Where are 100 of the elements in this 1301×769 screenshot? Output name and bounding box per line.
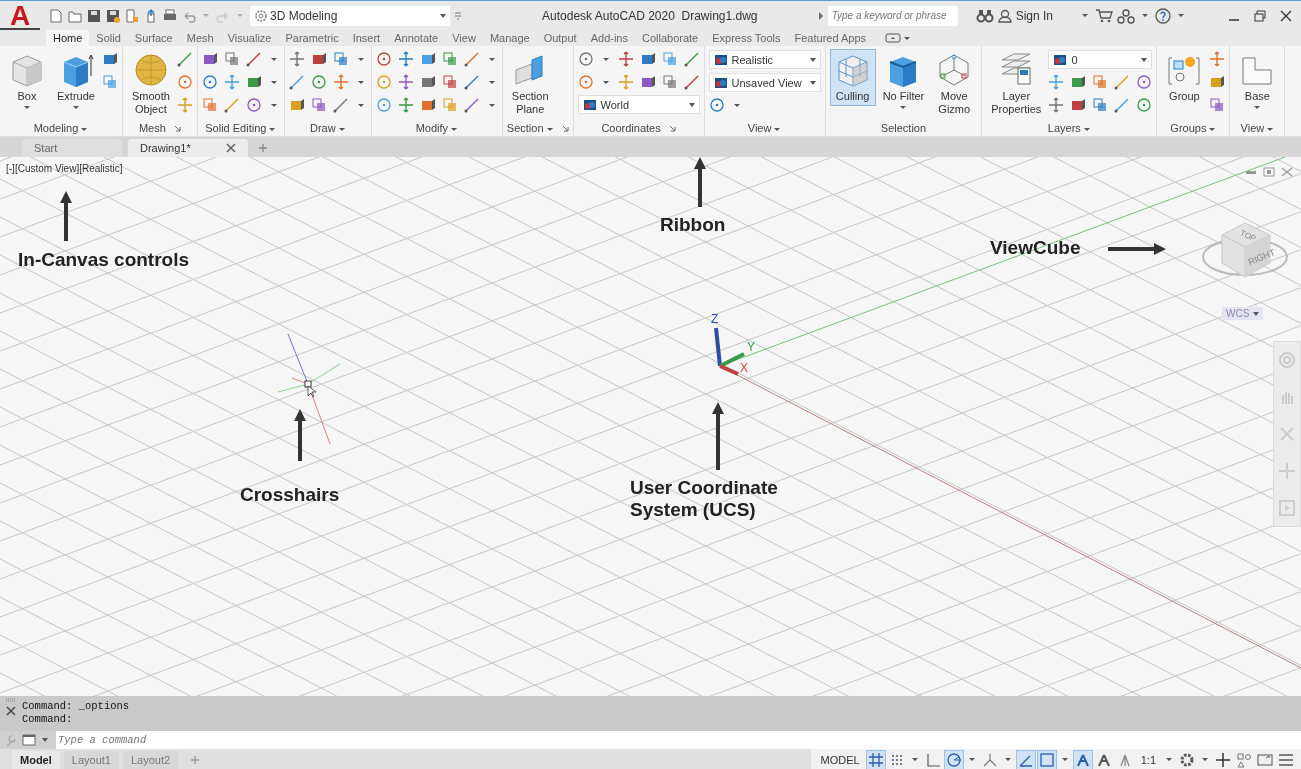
ribbon-button[interactable]: Base (1234, 49, 1281, 112)
launcher-icon[interactable] (668, 124, 676, 132)
solid-icon[interactable] (639, 51, 656, 67)
ribbon-tab[interactable]: Manage (482, 30, 537, 46)
close-icon[interactable] (226, 143, 236, 153)
panel-title[interactable]: View (1240, 122, 1275, 134)
dropdown[interactable]: 0 (1048, 50, 1153, 69)
solid-icon[interactable] (1070, 74, 1087, 90)
panel-toggle-icon[interactable] (885, 33, 902, 43)
move-arrows-icon[interactable] (1209, 51, 1226, 67)
caret-icon[interactable] (357, 80, 364, 84)
move-arrows-icon[interactable] (288, 51, 305, 67)
plus-icon[interactable] (258, 143, 268, 153)
ribbon-tab[interactable]: Insert (345, 30, 388, 46)
ribbon-tab[interactable]: Express Tools (705, 30, 788, 46)
ribbon-tab[interactable]: Parametric (278, 30, 346, 46)
line-icon[interactable] (288, 74, 305, 90)
solid-icon[interactable] (201, 51, 218, 67)
ribbon-tab[interactable]: Mesh (179, 30, 221, 46)
circle-icon[interactable] (245, 97, 262, 113)
solid-icon[interactable] (419, 74, 436, 90)
overlap-icon[interactable] (1092, 97, 1109, 113)
ribbon-tab[interactable]: Solid (89, 30, 128, 46)
caret-icon[interactable] (1166, 758, 1172, 761)
caret-icon[interactable] (270, 103, 277, 107)
status-toggle[interactable] (1016, 750, 1035, 769)
caret-icon[interactable] (602, 57, 609, 61)
overlap-icon[interactable] (661, 51, 678, 67)
panel-title[interactable]: Coordinates (601, 122, 661, 134)
grip-icon[interactable] (6, 698, 16, 702)
caret-icon[interactable] (488, 80, 495, 84)
panel-title[interactable]: Mesh (138, 122, 166, 134)
overlap-icon[interactable] (661, 74, 678, 90)
move-arrows-icon[interactable] (397, 74, 414, 90)
solid-icon[interactable] (288, 97, 305, 113)
ribbon-button[interactable]: Box (4, 49, 50, 112)
move-arrows-icon[interactable] (397, 97, 414, 113)
line-icon[interactable] (683, 74, 700, 90)
panel-title[interactable]: View (747, 122, 782, 134)
overlap-icon[interactable] (1092, 74, 1109, 90)
move-arrows-icon[interactable] (223, 74, 240, 90)
launcher-icon[interactable] (173, 124, 181, 132)
caret-icon[interactable] (357, 103, 364, 107)
caret-icon[interactable] (968, 758, 975, 761)
ribbon-tab[interactable]: Surface (127, 30, 180, 46)
overlap-icon[interactable] (441, 74, 458, 90)
help-icon[interactable] (1155, 7, 1171, 24)
solid-icon[interactable] (245, 74, 262, 90)
panel-title[interactable]: Section (506, 122, 554, 134)
caret-icon[interactable] (1202, 758, 1208, 761)
caret-icon[interactable] (488, 57, 495, 61)
line-icon[interactable] (463, 74, 480, 90)
ribbon-button[interactable]: Group (1161, 49, 1208, 106)
overlap-icon[interactable] (441, 51, 458, 67)
line-icon[interactable] (332, 97, 349, 113)
caret-icon[interactable] (1142, 14, 1148, 17)
line-icon[interactable] (245, 51, 262, 67)
ribbon-button[interactable]: Smooth Object (126, 49, 175, 119)
caret-icon[interactable] (602, 80, 609, 84)
console-icon[interactable] (22, 734, 36, 746)
circle-icon[interactable] (176, 74, 193, 90)
circle-icon[interactable] (577, 51, 594, 67)
overlap-icon[interactable] (310, 97, 327, 113)
expand-icon[interactable] (817, 11, 824, 20)
ribbon-tab[interactable]: Add-ins (583, 30, 635, 46)
panel-title[interactable]: Groups (1170, 122, 1217, 134)
file-tab[interactable]: Drawing1* (128, 139, 248, 157)
panel-title[interactable]: Selection (880, 122, 927, 134)
panel-title[interactable]: Solid Editing (205, 122, 277, 134)
viewport-controls[interactable]: [-][Custom View][Realistic] (6, 163, 123, 174)
close-icon[interactable] (1279, 8, 1293, 23)
workspace-dropdown[interactable]: 3D Modeling (250, 5, 450, 26)
search-field[interactable]: Type a keyword or phrase (827, 5, 958, 26)
circle-icon[interactable] (1136, 97, 1153, 113)
ribbon-tab[interactable]: Annotate (387, 30, 446, 46)
status-toggle[interactable] (1037, 750, 1056, 769)
ribbon-tab[interactable]: Output (536, 30, 584, 46)
status-label[interactable]: MODEL (816, 753, 864, 766)
circle-icon[interactable] (375, 97, 392, 113)
circle-icon[interactable] (375, 51, 392, 67)
caret-icon[interactable] (1178, 14, 1184, 17)
overlap-icon[interactable] (1209, 97, 1226, 113)
solid-icon[interactable] (419, 51, 436, 67)
cart-icon[interactable] (1095, 7, 1113, 24)
ribbon-button[interactable]: Layer Properties (986, 49, 1047, 119)
caret-icon[interactable] (911, 758, 918, 761)
ribbon-button[interactable]: Move Gizmo (931, 49, 978, 119)
ribbon-tab[interactable]: Visualize (220, 30, 279, 46)
file-icon[interactable] (48, 7, 64, 24)
circle-icon[interactable] (708, 97, 725, 113)
overlap-icon[interactable] (101, 74, 118, 90)
ribbon-tab[interactable]: View (445, 30, 483, 46)
solid-icon[interactable] (1070, 97, 1087, 113)
move-arrows-icon[interactable] (397, 51, 414, 67)
restore-icon[interactable] (1263, 167, 1275, 177)
command-input-field[interactable]: Type a command (56, 731, 1301, 749)
circle-icon[interactable] (1136, 74, 1153, 90)
dropdown[interactable]: World (577, 95, 700, 114)
binoculars-icon[interactable] (975, 8, 994, 23)
ribbon-button[interactable]: Section Plane (506, 49, 554, 119)
